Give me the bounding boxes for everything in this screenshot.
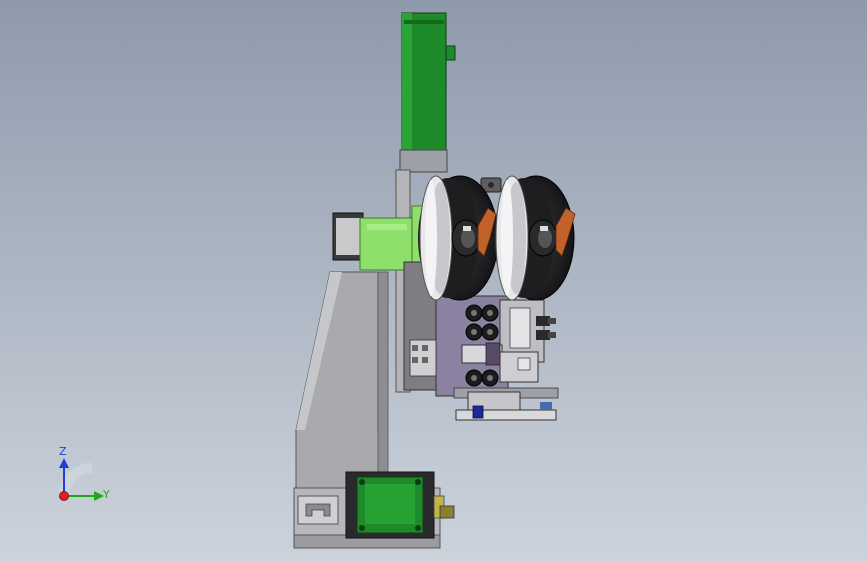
lower-guide-block[interactable] <box>453 387 559 421</box>
tape-reel-right[interactable] <box>494 175 576 301</box>
tape-reel-left[interactable] <box>418 175 499 301</box>
z-axis-label: Z <box>59 445 67 458</box>
cad-scene: Z Y <box>0 0 867 562</box>
cad-viewport[interactable]: Z Y <box>0 0 867 562</box>
x-axis-dot <box>59 491 69 501</box>
y-axis-label: Y <box>102 488 110 501</box>
